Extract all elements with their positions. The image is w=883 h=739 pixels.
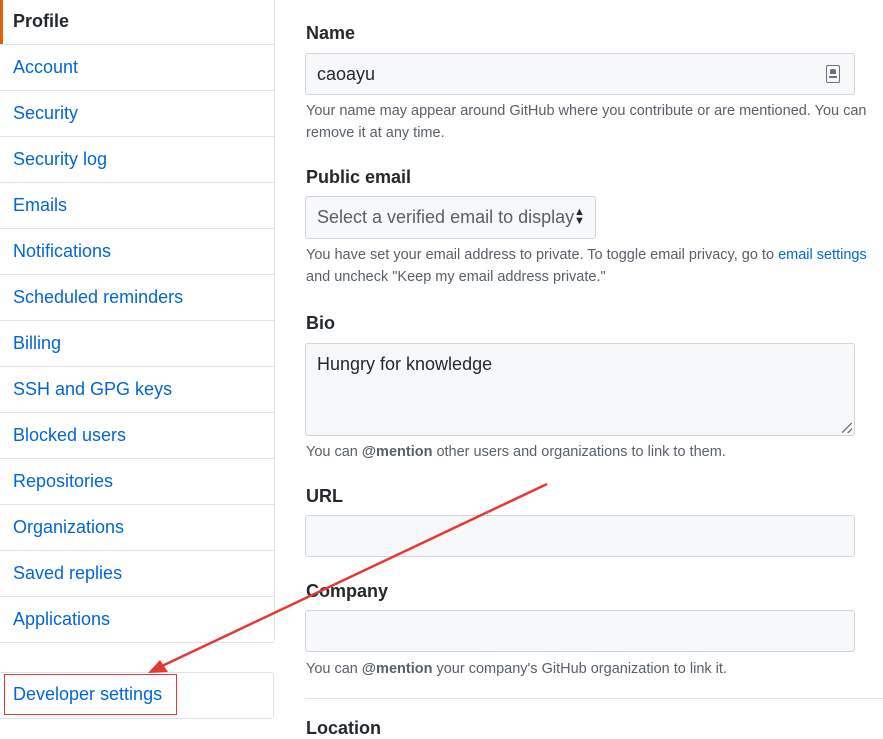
public-email-help-text: You have set your email address to priva… [306,247,779,263]
sidebar-item-emails[interactable]: Emails [0,182,274,228]
bio-label: Bio [306,313,335,333]
bio-textarea[interactable]: Hungry for knowledge [305,343,855,436]
company-help-mention: @mention [361,661,433,677]
sidebar-item-security[interactable]: Security [0,90,274,136]
location-label: Location [306,718,381,738]
company-help-text-2: your company's GitHub organization to li… [432,661,727,677]
sidebar-item-organizations[interactable]: Organizations [0,504,274,550]
company-input[interactable] [305,610,855,652]
sidebar-item-ssh-gpg-keys[interactable]: SSH and GPG keys [0,366,274,412]
section-divider [305,698,883,699]
bio-value: Hungry for knowledge [317,354,493,374]
bio-help: You can @mention other users and organiz… [306,441,883,463]
bio-help-mention: @mention [361,444,433,460]
developer-settings-link[interactable]: Developer settings [4,674,177,715]
developer-settings-box: Developer settings [0,672,274,719]
email-settings-link[interactable]: email settings [778,247,867,263]
sidebar-item-billing[interactable]: Billing [0,320,274,366]
select-caret-icon: ▲ ▼ [574,206,585,227]
public-email-selected-value: Select a verified email to display [317,207,575,227]
company-label: Company [306,581,389,601]
public-email-label: Public email [306,167,412,187]
sidebar-item-blocked-users[interactable]: Blocked users [0,412,274,458]
public-email-select[interactable]: Select a verified email to display ▲ ▼ [305,196,596,239]
public-email-help: You have set your email address to priva… [306,244,883,288]
name-input[interactable]: caoayu [305,53,855,95]
bio-help-text-2: other users and organizations to link to… [432,444,726,460]
sidebar-item-account[interactable]: Account [0,44,274,90]
sidebar-item-notifications[interactable]: Notifications [0,228,274,274]
bio-help-text: You can [306,444,362,460]
url-label: URL [306,486,343,506]
contact-card-icon[interactable] [826,65,840,83]
sidebar-item-scheduled-reminders[interactable]: Scheduled reminders [0,274,274,320]
company-help-text: You can [306,661,362,677]
company-help: You can @mention your company's GitHub o… [306,658,883,680]
public-email-help-text-2: and uncheck "Keep my email address priva… [306,269,606,285]
sidebar-item-profile[interactable]: Profile [0,0,274,44]
sidebar-item-applications[interactable]: Applications [0,596,274,642]
url-input[interactable] [305,515,855,557]
name-label: Name [306,23,356,43]
settings-sidebar: Profile Account Security Security log Em… [0,0,275,643]
sidebar-item-security-log[interactable]: Security log [0,136,274,182]
name-help: Your name may appear around GitHub where… [306,103,867,141]
resize-grip-icon[interactable] [842,423,852,433]
sidebar-item-saved-replies[interactable]: Saved replies [0,550,274,596]
sidebar-item-repositories[interactable]: Repositories [0,458,274,504]
